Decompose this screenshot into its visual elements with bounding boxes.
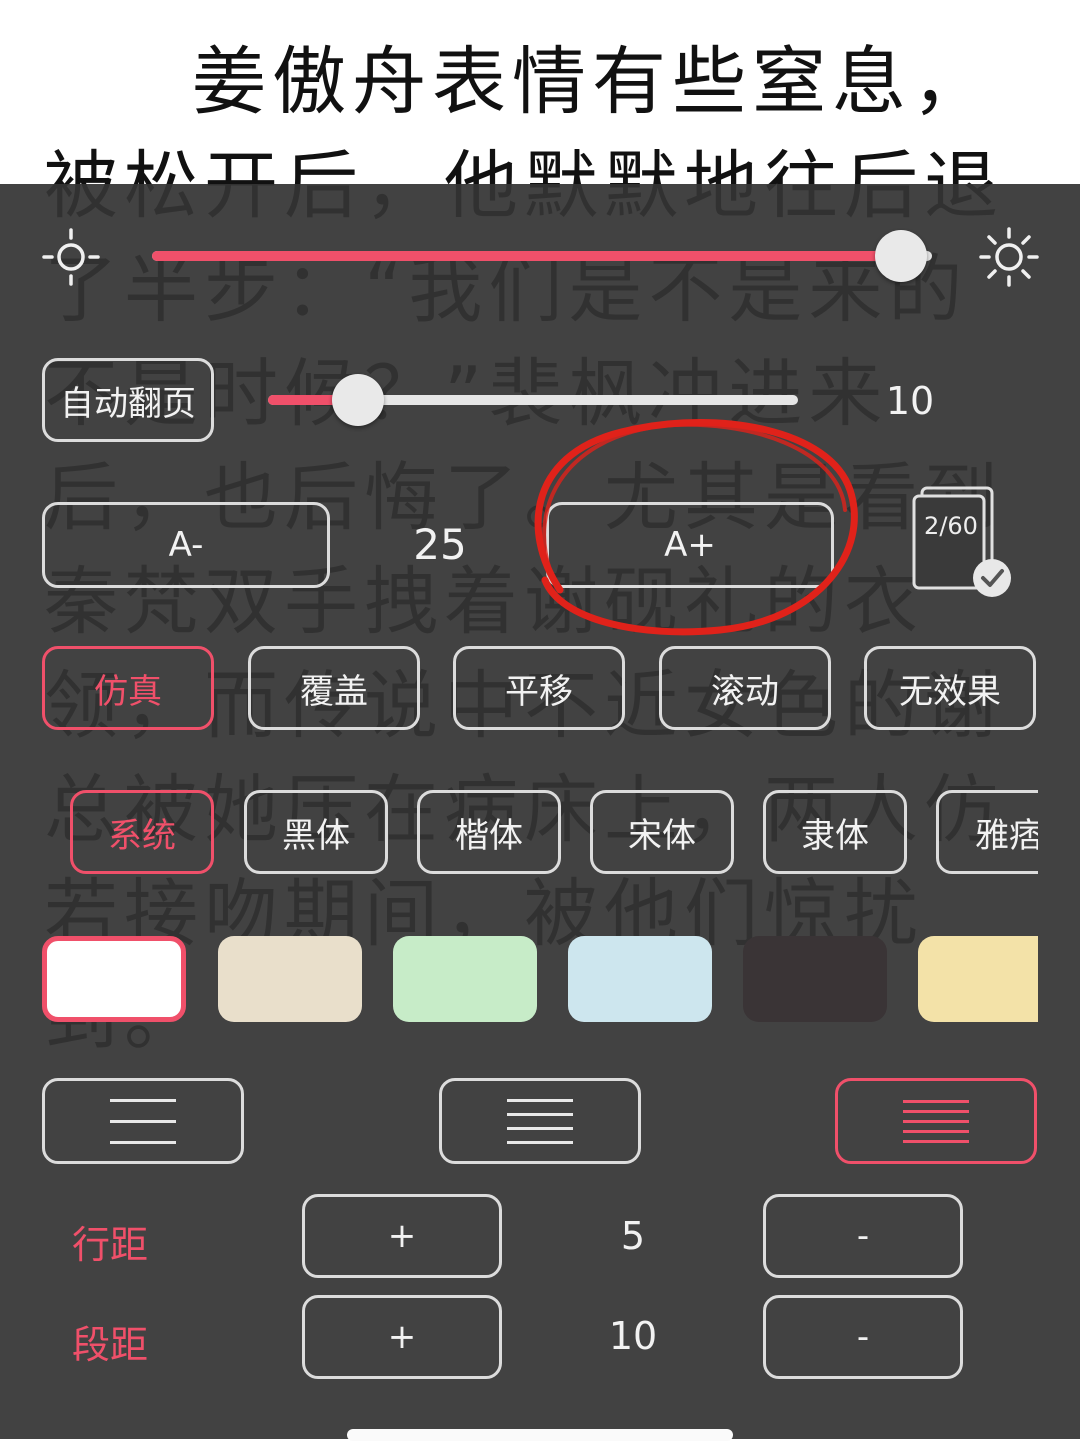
page-stack-icon (912, 486, 1011, 597)
paragraph-spacing-minus-button[interactable]: - (763, 1295, 963, 1379)
brightness-slider[interactable] (152, 251, 932, 261)
theme-blue-swatch[interactable] (568, 936, 712, 1022)
page-indicator-text: 2/60 (924, 512, 978, 540)
theme-white-swatch[interactable] (42, 936, 186, 1022)
theme-dark-swatch[interactable] (743, 936, 887, 1022)
brightness-high-icon (979, 227, 1039, 287)
paragraph-spacing-label: 段距 (72, 1323, 149, 1367)
effect-slide-button[interactable]: 平移 (453, 646, 625, 730)
auto-page-speed-value: 10 (885, 379, 935, 423)
line-spacing-value: 5 (620, 1214, 646, 1258)
line-spacing-plus-button[interactable]: + (302, 1194, 502, 1278)
home-indicator[interactable] (347, 1429, 733, 1441)
font-family-scroller[interactable]: 系统 黑体 楷体 宋体 隶体 雅痞 (0, 788, 1038, 878)
spacing-loose-icon (110, 1098, 176, 1144)
spacing-tight-icon (903, 1099, 969, 1143)
spacing-tight-button[interactable] (835, 1078, 1037, 1164)
brightness-slider-handle[interactable] (874, 230, 927, 282)
line-spacing-label: 行距 (72, 1223, 149, 1267)
spacing-medium-icon (507, 1098, 573, 1144)
font-size-increase-button[interactable]: A+ (546, 502, 834, 588)
theme-green-swatch[interactable] (393, 936, 537, 1022)
spacing-medium-button[interactable] (439, 1078, 641, 1164)
effect-none-button[interactable]: 无效果 (864, 646, 1036, 730)
font-lishu-button[interactable]: 隶体 (763, 790, 907, 874)
brightness-low-icon (42, 228, 100, 286)
theme-swatch-row (0, 934, 1038, 1024)
effect-simulation-button[interactable]: 仿真 (42, 646, 214, 730)
line-spacing-minus-button[interactable]: - (763, 1194, 963, 1278)
font-size-value: 25 (413, 520, 467, 569)
font-heiti-button[interactable]: 黑体 (244, 790, 388, 874)
brightness-slider-fill (152, 251, 901, 261)
font-kaiti-button[interactable]: 楷体 (417, 790, 561, 874)
paragraph-spacing-value: 10 (608, 1314, 658, 1358)
effect-scroll-button[interactable]: 滚动 (659, 646, 831, 730)
paragraph-spacing-plus-button[interactable]: + (302, 1295, 502, 1379)
font-system-button[interactable]: 系统 (70, 790, 214, 874)
theme-paper-swatch[interactable] (918, 936, 1038, 1022)
reading-settings-panel: 自动翻页 10 A- 25 A+ 2/60 仿真 覆盖 平移 滚动 无效果 系统… (0, 184, 1080, 1439)
font-songti-button[interactable]: 宋体 (590, 790, 734, 874)
auto-page-speed-handle[interactable] (332, 374, 385, 426)
theme-beige-swatch[interactable] (218, 936, 362, 1022)
spacing-loose-button[interactable] (42, 1078, 244, 1164)
font-size-decrease-button[interactable]: A- (42, 502, 330, 588)
font-yapi-button[interactable]: 雅痞 (936, 790, 1038, 874)
auto-page-button[interactable]: 自动翻页 (42, 358, 214, 442)
page-indicator[interactable]: 2/60 (908, 482, 1020, 604)
effect-cover-button[interactable]: 覆盖 (248, 646, 420, 730)
